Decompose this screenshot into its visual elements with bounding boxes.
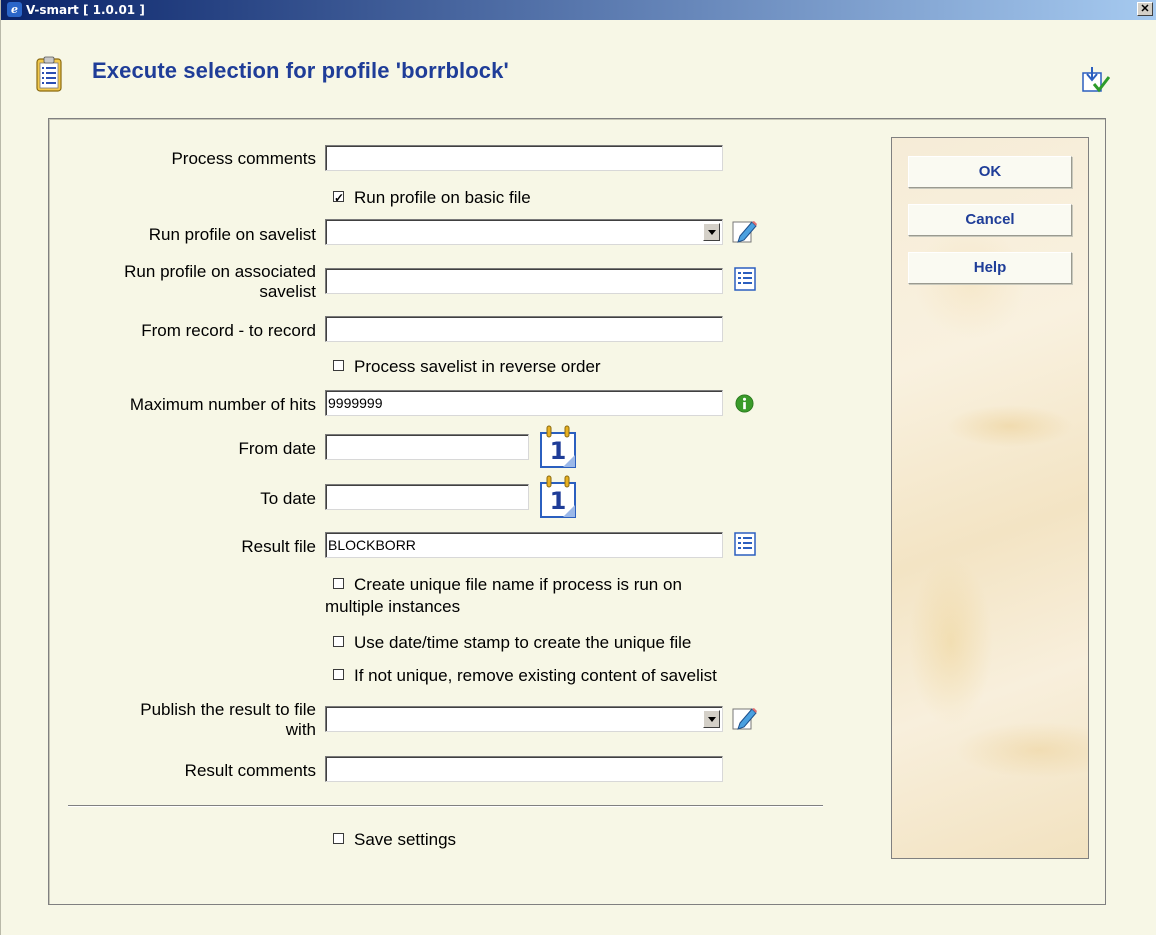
close-button[interactable]: ✕ <box>1137 2 1153 16</box>
help-button[interactable]: Help <box>908 252 1072 284</box>
from-date-calendar-day: 1 <box>549 437 567 465</box>
unique-name-checkbox-row[interactable]: Create unique file name if process is ru… <box>325 574 785 618</box>
to-date-input[interactable] <box>325 484 529 510</box>
list-picker-icon[interactable] <box>734 267 756 291</box>
title-bar: e V-smart [ 1.0.01 ] ✕ <box>1 0 1156 20</box>
result-file-input[interactable] <box>325 532 723 558</box>
info-icon[interactable] <box>735 394 754 413</box>
application-window: e V-smart [ 1.0.01 ] ✕ Execute selection… <box>0 0 1156 935</box>
publish-dropdown-arrow[interactable] <box>703 710 720 728</box>
export-check-icon[interactable] <box>1082 66 1110 94</box>
publish-select[interactable] <box>325 706 723 732</box>
max-hits-label: Maximum number of hits <box>129 395 316 414</box>
cancel-button[interactable]: Cancel <box>908 204 1072 236</box>
save-settings-label: Save settings <box>354 830 457 849</box>
max-hits-input[interactable] <box>325 390 723 416</box>
result-file-label: Result file <box>241 537 316 556</box>
reverse-order-label: Process savelist in reverse order <box>354 357 601 376</box>
page-title: Execute selection for profile 'borrblock… <box>92 58 509 83</box>
publish-label: Publish the result to file with <box>68 700 316 740</box>
savelist-select[interactable] <box>325 219 723 245</box>
result-comments-input[interactable] <box>325 756 723 782</box>
run-on-basic-file-checkbox[interactable] <box>333 187 344 209</box>
run-on-savelist-label: Run profile on savelist <box>148 225 316 244</box>
from-date-calendar-icon[interactable]: 1 <box>539 425 579 469</box>
publish-label-line1: Publish the result to file <box>140 700 316 719</box>
window-title: V-smart [ 1.0.01 ] <box>26 3 145 17</box>
to-date-label: To date <box>260 489 316 508</box>
assoc-savelist-label-line2: savelist <box>259 282 316 301</box>
to-date-calendar-day: 1 <box>549 487 567 515</box>
unique-name-label-line2: multiple instances <box>325 597 461 616</box>
save-settings-checkbox-row[interactable]: Save settings <box>333 829 456 851</box>
assoc-savelist-label: Run profile on associated savelist <box>68 262 316 302</box>
unique-name-checkbox[interactable] <box>333 578 344 589</box>
save-settings-checkbox[interactable] <box>333 833 344 844</box>
savelist-dropdown-arrow[interactable] <box>703 223 720 241</box>
result-file-list-icon[interactable] <box>734 532 756 556</box>
to-date-calendar-icon[interactable]: 1 <box>539 475 579 519</box>
unique-name-label-line1: Create unique file name if process is ru… <box>354 575 682 594</box>
date-stamp-checkbox-row[interactable]: Use date/time stamp to create the unique… <box>333 632 691 654</box>
process-comments-label: Process comments <box>171 149 316 168</box>
edit-pencil-icon[interactable] <box>732 218 758 244</box>
date-stamp-label: Use date/time stamp to create the unique… <box>354 633 692 652</box>
button-sidebar: OK Cancel Help <box>891 137 1089 859</box>
record-range-label: From record - to record <box>141 321 316 340</box>
assoc-savelist-input[interactable] <box>325 268 723 294</box>
process-comments-input[interactable] <box>325 145 723 171</box>
publish-edit-pencil-icon[interactable] <box>732 705 758 731</box>
result-comments-label: Result comments <box>184 761 316 780</box>
record-range-input[interactable] <box>325 316 723 342</box>
ok-button[interactable]: OK <box>908 156 1072 188</box>
remove-existing-checkbox-row[interactable]: If not unique, remove existing content o… <box>333 665 717 687</box>
form-divider <box>68 805 823 807</box>
reverse-order-checkbox-row[interactable]: Process savelist in reverse order <box>333 356 601 378</box>
remove-existing-label: If not unique, remove existing content o… <box>354 666 717 685</box>
ie-app-icon: e <box>7 2 22 17</box>
reverse-order-checkbox[interactable] <box>333 360 344 371</box>
run-on-basic-file-checkbox-row[interactable]: Run profile on basic file <box>333 187 531 209</box>
from-date-input[interactable] <box>325 434 529 460</box>
clipboard-list-icon <box>36 56 62 92</box>
remove-existing-checkbox[interactable] <box>333 669 344 680</box>
assoc-savelist-label-line1: Run profile on associated <box>124 262 316 281</box>
date-stamp-checkbox[interactable] <box>333 636 344 647</box>
publish-label-line2: with <box>285 720 316 739</box>
from-date-label: From date <box>238 439 316 458</box>
run-on-basic-file-label: Run profile on basic file <box>354 188 531 207</box>
